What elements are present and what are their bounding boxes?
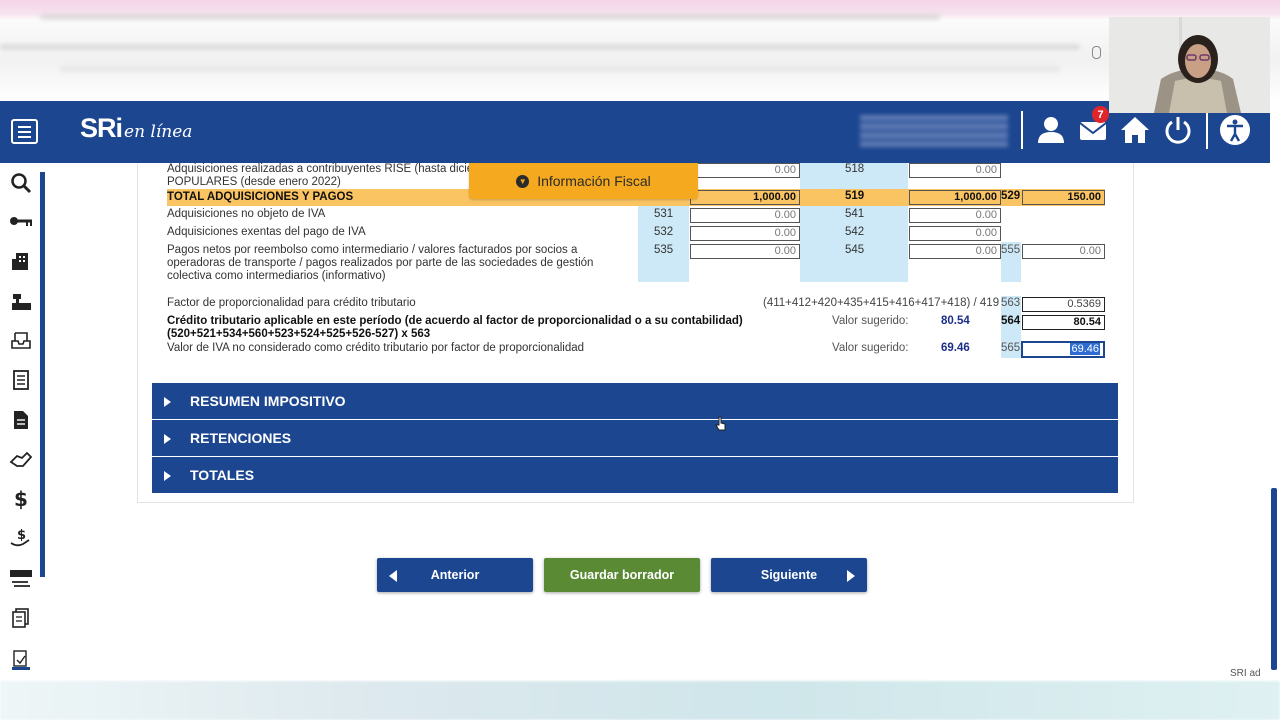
app-header: SRi en línea 7 (0, 101, 1270, 163)
caret-right-icon (164, 434, 171, 444)
menu-icon[interactable] (11, 119, 38, 144)
document-icon[interactable] (8, 407, 34, 433)
accordion-totales[interactable]: TOTALES (152, 457, 1118, 493)
caret-right-icon (164, 471, 171, 481)
sri-logo[interactable]: SRi en línea (80, 113, 192, 144)
field-563[interactable]: 0.5369 (1022, 297, 1105, 312)
document-list-icon[interactable] (8, 367, 34, 393)
row-label-rise-2: POPULARES (desde enero 2022) (167, 176, 341, 188)
calculator-transfer-icon[interactable] (8, 565, 34, 591)
field-545[interactable]: 0.00 (909, 244, 1001, 259)
no-considerado-valor-sugerido: 69.46 (941, 342, 970, 354)
building-icon[interactable] (8, 248, 34, 274)
webcam-overlay (1109, 17, 1270, 113)
sidebar-scroll-indicator (40, 172, 45, 577)
mouse-cursor-icon (715, 416, 726, 431)
page-scrollbar[interactable] (1271, 488, 1277, 670)
field-518[interactable]: 0.00 (909, 163, 1001, 178)
factor-label: Factor de proporcionalidad para crédito … (167, 297, 416, 309)
field-total-1: 1,000.00 (690, 190, 800, 205)
code-535: 535 (654, 244, 674, 256)
dollar-icon[interactable]: $ (8, 486, 34, 512)
code-519: 519 (845, 190, 865, 202)
signed-document-icon[interactable] (8, 646, 34, 672)
power-icon[interactable] (1161, 113, 1195, 147)
home-icon[interactable] (1118, 113, 1152, 147)
credito-formula: (520+521+534+560+523+524+525+526-527) x … (167, 328, 431, 340)
no-considerado-label: Valor de IVA no considerado como crédito… (167, 342, 585, 354)
taskbar-blurred (0, 681, 1280, 720)
caret-right-icon (164, 397, 171, 407)
code-542: 542 (845, 226, 865, 238)
field-529: 150.00 (1022, 190, 1105, 205)
row-label-reembolso-2: operadoras de transporte / pagos realiza… (167, 257, 594, 269)
code-532: 532 (654, 226, 674, 238)
code-541: 541 (845, 208, 865, 220)
field-rise-1[interactable]: 0.00 (690, 163, 800, 178)
no-considerado-valor-label: Valor sugerido: (832, 342, 909, 354)
code-518: 518 (845, 163, 865, 175)
arrow-right-icon (847, 570, 855, 582)
accessibility-icon[interactable] (1218, 113, 1252, 147)
factor-formula: (411+412+420+435+415+416+417+418) / 419 (763, 297, 1000, 309)
field-542[interactable]: 0.00 (909, 226, 1001, 241)
code-529: 529 (1001, 190, 1021, 202)
accordion-resumen-impositivo[interactable]: RESUMEN IMPOSITIVO (152, 383, 1118, 419)
informacion-fiscal-tab[interactable]: ▼ Información Fiscal (469, 163, 698, 199)
key-icon[interactable] (8, 208, 34, 234)
field-565[interactable]: 69.46 (1021, 341, 1105, 358)
row-label-reembolso-3: colectiva como intermediarios (informati… (167, 270, 386, 282)
credito-valor-sugerido: 80.54 (941, 315, 970, 327)
field-519: 1,000.00 (909, 190, 1001, 205)
code-531: 531 (654, 208, 674, 220)
hand-dollar-icon[interactable]: $ (8, 525, 34, 551)
field-555[interactable]: 0.00 (1022, 244, 1105, 259)
row-label-total: TOTAL ADQUISICIONES Y PAGOS (167, 191, 354, 203)
credito-label: Crédito tributario aplicable en este per… (167, 315, 743, 327)
search-icon[interactable] (8, 170, 34, 196)
arrow-left-icon (389, 570, 397, 582)
siguiente-button[interactable]: Siguiente (711, 558, 867, 592)
field-564[interactable]: 80.54 (1022, 315, 1105, 330)
code-563: 563 (1001, 297, 1021, 309)
field-531[interactable]: 0.00 (690, 208, 800, 223)
browser-chrome (0, 0, 1280, 100)
handshake-icon[interactable] (8, 447, 34, 473)
footer-text: SRI ad (1230, 668, 1261, 679)
row-label-rise: Adquisiciones realizadas a contribuyente… (167, 163, 474, 175)
row-label-reembolso: Pagos netos por reembolso como intermedi… (167, 244, 578, 256)
tray-icon[interactable] (8, 327, 34, 353)
user-name-blurred (860, 115, 1008, 147)
anterior-button[interactable]: Anterior (377, 558, 533, 592)
user-icon[interactable] (1034, 113, 1068, 147)
guardar-borrador-button[interactable]: Guardar borrador (544, 558, 700, 592)
row-label-no-objeto: Adquisiciones no objeto de IVA (167, 208, 326, 220)
code-545: 545 (845, 244, 865, 256)
credito-valor-label: Valor sugerido: (832, 315, 909, 327)
code-555: 555 (1001, 244, 1021, 256)
mail-badge: 7 (1092, 106, 1109, 123)
svg-text:$: $ (17, 528, 26, 543)
field-541[interactable]: 0.00 (909, 208, 1001, 223)
row-label-exentas: Adquisiciones exentas del pago de IVA (167, 226, 366, 238)
chevron-down-icon: ▼ (516, 174, 530, 188)
receipt-icon[interactable] (8, 605, 34, 631)
field-532[interactable]: 0.00 (690, 226, 800, 241)
informacion-fiscal-label: Información Fiscal (537, 173, 651, 189)
field-535[interactable]: 0.00 (690, 244, 800, 259)
code-565: 565 (1001, 342, 1021, 354)
code-564: 564 (1001, 315, 1021, 327)
accordion-retenciones[interactable]: RETENCIONES (152, 420, 1118, 456)
cash-register-icon[interactable] (8, 288, 34, 314)
